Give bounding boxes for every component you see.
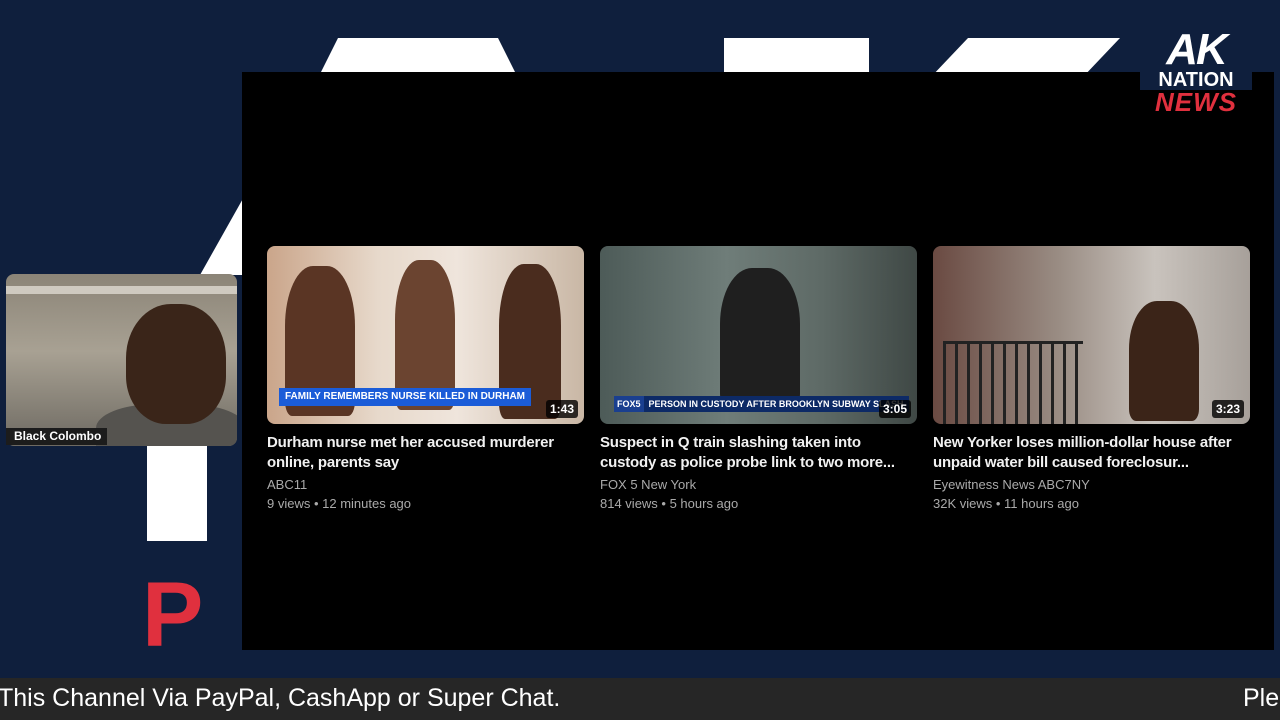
video-duration: 3:23 [1211, 400, 1244, 418]
webcam-feed [6, 274, 237, 446]
fox5-logo: FOX5 [614, 396, 644, 412]
video-title[interactable]: Suspect in Q train slashing taken into c… [600, 433, 917, 473]
webcam-person-face [126, 304, 226, 424]
video-duration: 3:05 [878, 400, 911, 418]
video-grid: FAMILY REMEMBERS NURSE KILLED IN DURHAM … [267, 246, 1250, 511]
brand-logo-ak: AK [1166, 25, 1228, 74]
ticker-text-next: Ple [1243, 684, 1280, 712]
news-ticker: This Channel Via PayPal, CashApp or Supe… [0, 678, 1280, 720]
thumbnail-caption-text: PERSON IN CUSTODY AFTER BROOKLYN SUBWAY … [643, 396, 909, 412]
backdrop-letter: P [142, 578, 203, 653]
thumbnail-caption: FAMILY REMEMBERS NURSE KILLED IN DURHAM [279, 388, 532, 406]
video-title[interactable]: Durham nurse met her accused murderer on… [267, 433, 584, 473]
video-card[interactable]: FOX5 PERSON IN CUSTODY AFTER BROOKLYN SU… [600, 246, 917, 511]
video-meta: 32K views • 11 hours ago [933, 496, 1079, 511]
brand-logo-news: NEWS [1155, 87, 1237, 117]
backdrop-shape [147, 445, 207, 541]
webcam-name-label: Black Colombo [6, 428, 108, 445]
video-thumbnail[interactable]: 3:23 [933, 246, 1250, 424]
video-duration: 1:43 [545, 400, 578, 418]
video-thumbnail[interactable]: FAMILY REMEMBERS NURSE KILLED IN DURHAM … [267, 246, 584, 424]
video-title[interactable]: New Yorker loses million-dollar house af… [933, 433, 1250, 473]
video-panel: FAMILY REMEMBERS NURSE KILLED IN DURHAM … [242, 72, 1274, 650]
thumbnail-fence [943, 341, 1083, 424]
channel-name[interactable]: Eyewitness News ABC7NY [933, 477, 1250, 492]
channel-name[interactable]: FOX 5 New York [600, 477, 917, 492]
thumbnail-caption: FOX5 PERSON IN CUSTODY AFTER BROOKLYN SU… [614, 396, 909, 412]
video-card[interactable]: 3:23 New Yorker loses million-dollar hou… [933, 246, 1250, 511]
video-meta: 9 views • 12 minutes ago [267, 496, 412, 511]
webcam-background-pipe [6, 286, 237, 294]
thumbnail-figure [1129, 301, 1199, 421]
video-thumbnail[interactable]: FOX5 PERSON IN CUSTODY AFTER BROOKLYN SU… [600, 246, 917, 424]
video-meta: 814 views • 5 hours ago [600, 496, 739, 511]
channel-name[interactable]: ABC11 [267, 477, 584, 492]
brand-logo: AK NATION NEWS [1140, 25, 1252, 117]
ticker-text: This Channel Via PayPal, CashApp or Supe… [0, 684, 561, 712]
thumbnail-figure [720, 268, 800, 408]
backdrop-shape [200, 195, 245, 275]
video-card[interactable]: FAMILY REMEMBERS NURSE KILLED IN DURHAM … [267, 246, 584, 511]
